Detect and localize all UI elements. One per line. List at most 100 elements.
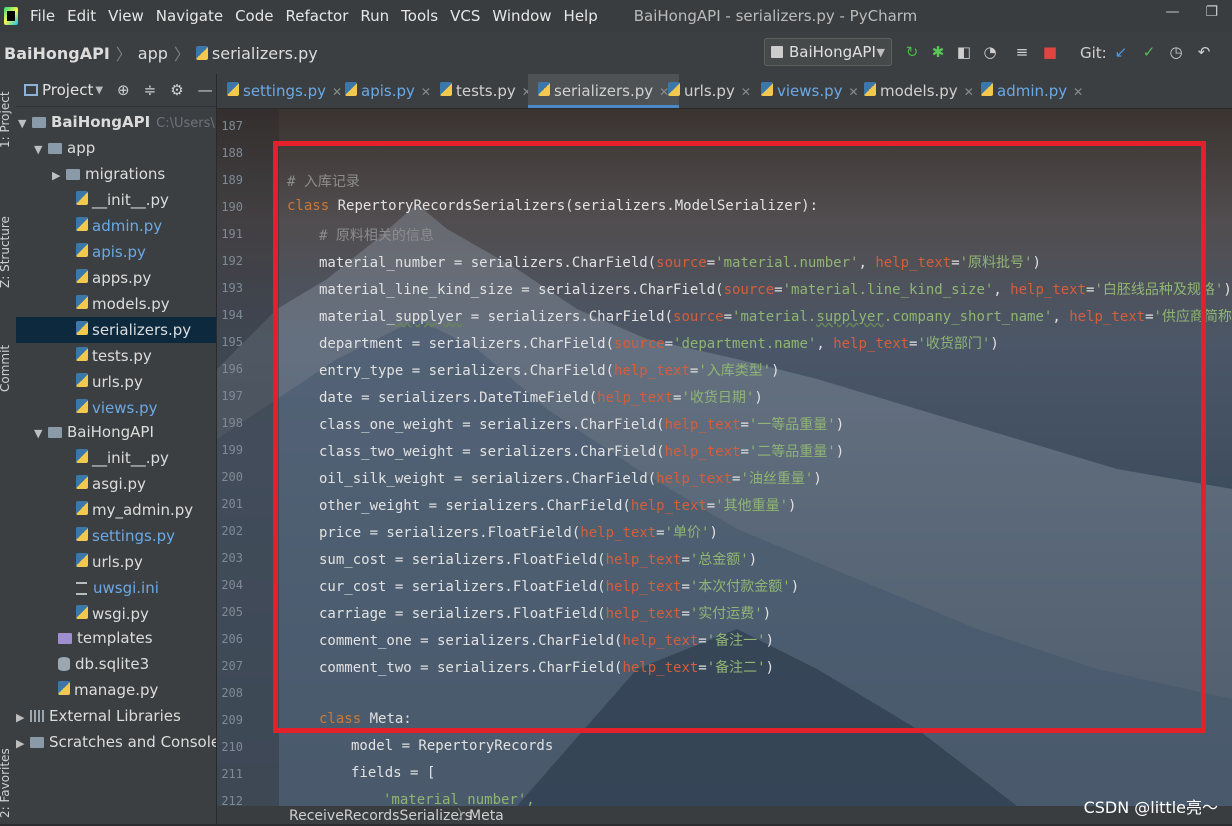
menu-edit[interactable]: Edit xyxy=(61,7,102,25)
breadcrumb-file[interactable]: serializers.py xyxy=(196,44,318,63)
line-number: 203 xyxy=(217,551,243,565)
left-tool-window-strip: 1: Project Z: Structure Commit 2: Favori… xyxy=(0,74,17,824)
tree-file[interactable]: asgi.py xyxy=(76,471,146,497)
close-icon[interactable]: ✕ xyxy=(964,85,974,99)
tab-tests[interactable]: tests.py✕ xyxy=(440,74,532,108)
tree-file[interactable]: settings.py xyxy=(76,523,175,549)
close-icon[interactable]: ✕ xyxy=(1073,85,1083,99)
chevron-right-icon: ▶ xyxy=(16,731,30,757)
menu-tools[interactable]: Tools xyxy=(395,7,444,25)
close-icon[interactable]: ✕ xyxy=(849,85,859,99)
python-file-icon xyxy=(668,82,680,96)
window-title: BaiHongAPI - serializers.py - PyCharm xyxy=(634,7,918,25)
tree-file-db[interactable]: db.sqlite3 xyxy=(58,651,149,677)
menu-help[interactable]: Help xyxy=(558,7,604,25)
gear-icon[interactable]: ⚙ xyxy=(170,81,183,99)
breadcrumb-meta[interactable]: Meta xyxy=(469,806,504,826)
line-number: 205 xyxy=(217,605,243,619)
tool-tab-commit[interactable]: Commit xyxy=(0,345,12,392)
tool-tab-project[interactable]: 1: Project xyxy=(0,91,12,148)
chevron-down-icon: ▼ xyxy=(18,111,32,137)
build-icon[interactable]: ≡ xyxy=(1014,44,1030,60)
tree-file[interactable]: __init__.py xyxy=(76,445,169,471)
rerun-icon[interactable]: ↻ xyxy=(904,44,920,60)
git-commit-icon[interactable]: ✓ xyxy=(1141,44,1157,60)
tree-file[interactable]: urls.py xyxy=(76,549,143,575)
close-icon[interactable]: ✕ xyxy=(332,85,342,99)
stop-icon[interactable]: ■ xyxy=(1042,44,1058,60)
menu-run[interactable]: Run xyxy=(354,7,395,25)
tree-folder-templates[interactable]: templates xyxy=(58,625,153,651)
tree-file[interactable]: uwsgi.ini xyxy=(76,575,159,601)
tree-root-project[interactable]: ▼BaiHongAPIC:\Users\LLL xyxy=(18,109,217,135)
tree-folder-package[interactable]: ▼BaiHongAPI xyxy=(34,419,154,445)
chevron-right-icon: ▶ xyxy=(52,163,66,189)
close-icon[interactable]: ✕ xyxy=(741,85,751,99)
menu-code[interactable]: Code xyxy=(229,7,279,25)
tree-file[interactable]: apis.py xyxy=(76,239,146,265)
tab-serializers[interactable]: serializers.py✕ xyxy=(528,74,679,108)
git-update-icon[interactable]: ↙ xyxy=(1113,44,1129,60)
tree-folder-app[interactable]: ▼app xyxy=(34,135,95,161)
tree-folder-migrations[interactable]: ▶migrations xyxy=(52,161,165,187)
folder-icon xyxy=(48,427,62,438)
tree-file[interactable]: apps.py xyxy=(76,265,151,291)
line-number: 204 xyxy=(217,578,243,592)
templates-folder-icon xyxy=(58,633,72,644)
tree-file[interactable]: admin.py xyxy=(76,213,162,239)
tree-file[interactable]: tests.py xyxy=(76,343,152,369)
menu-vcs[interactable]: VCS xyxy=(444,7,486,25)
tree-file[interactable]: manage.py xyxy=(58,677,158,703)
tab-models[interactable]: models.py ✕ xyxy=(864,74,974,108)
tab-views[interactable]: views.py ✕ xyxy=(761,74,859,108)
hide-panel-icon[interactable]: — xyxy=(198,81,213,99)
line-number: 211 xyxy=(217,767,243,781)
tab-label: models.py xyxy=(880,82,958,100)
breadcrumb-project[interactable]: BaiHongAPI xyxy=(4,44,110,63)
tool-tab-favorites[interactable]: 2: Favorites xyxy=(0,748,12,818)
tree-scratches[interactable]: ▶Scratches and Consoles xyxy=(16,729,217,755)
git-rollback-icon[interactable]: ↶ xyxy=(1196,44,1212,60)
tab-apis[interactable]: apis.py✕ xyxy=(345,74,431,108)
python-file-icon xyxy=(440,82,452,96)
close-icon[interactable]: ✕ xyxy=(421,85,431,99)
locate-file-icon[interactable]: ⊕ xyxy=(117,81,130,99)
tree-file-selected[interactable]: serializers.py xyxy=(16,317,216,343)
profile-icon[interactable]: ◔ xyxy=(982,44,998,60)
tree-file[interactable]: __init__.py xyxy=(76,187,169,213)
tree-file[interactable]: models.py xyxy=(76,291,170,317)
menu-file[interactable]: File xyxy=(24,7,61,25)
tree-file[interactable]: urls.py xyxy=(76,369,143,395)
collapse-all-icon[interactable]: ≑ xyxy=(144,81,157,99)
coverage-icon[interactable]: ◧ xyxy=(956,44,972,60)
line-number: 209 xyxy=(217,713,243,727)
project-view-selector[interactable]: Project xyxy=(42,81,93,99)
tab-settings[interactable]: settings.py✕ xyxy=(227,74,342,108)
tree-file[interactable]: views.py xyxy=(76,395,158,421)
menu-refactor[interactable]: Refactor xyxy=(279,7,354,25)
git-history-icon[interactable]: ◷ xyxy=(1168,44,1184,60)
window-controls: — ❐ xyxy=(1165,4,1218,20)
tree-item-label: db.sqlite3 xyxy=(75,655,149,673)
menu-view[interactable]: View xyxy=(102,7,150,25)
tool-tab-structure[interactable]: Z: Structure xyxy=(0,216,12,288)
breadcrumb-folder[interactable]: app xyxy=(138,44,168,63)
tab-urls[interactable]: urls.py✕ xyxy=(668,74,751,108)
tree-file[interactable]: my_admin.py xyxy=(76,497,193,523)
tree-external-libraries[interactable]: ▶External Libraries xyxy=(16,703,181,729)
editor-breadcrumb: ReceiveRecordsSerializers 〉 Meta xyxy=(217,806,1232,824)
tree-file[interactable]: wsgi.py xyxy=(76,601,149,627)
line-number: 196 xyxy=(217,362,243,376)
tab-label: views.py xyxy=(777,82,843,100)
restore-icon[interactable]: ❐ xyxy=(1205,4,1218,20)
python-file-icon xyxy=(76,347,88,361)
minimize-icon[interactable]: — xyxy=(1165,4,1179,20)
run-configuration-dropdown[interactable]: BaiHongAPI ▼ xyxy=(764,38,892,66)
breadcrumb-class[interactable]: ReceiveRecordsSerializers xyxy=(289,806,472,826)
tab-admin[interactable]: admin.py✕ xyxy=(981,74,1083,108)
python-file-icon xyxy=(538,82,550,96)
menu-window[interactable]: Window xyxy=(486,7,557,25)
python-file-icon xyxy=(761,82,773,96)
menu-navigate[interactable]: Navigate xyxy=(150,7,229,25)
debug-icon[interactable]: ✱ xyxy=(930,44,946,60)
